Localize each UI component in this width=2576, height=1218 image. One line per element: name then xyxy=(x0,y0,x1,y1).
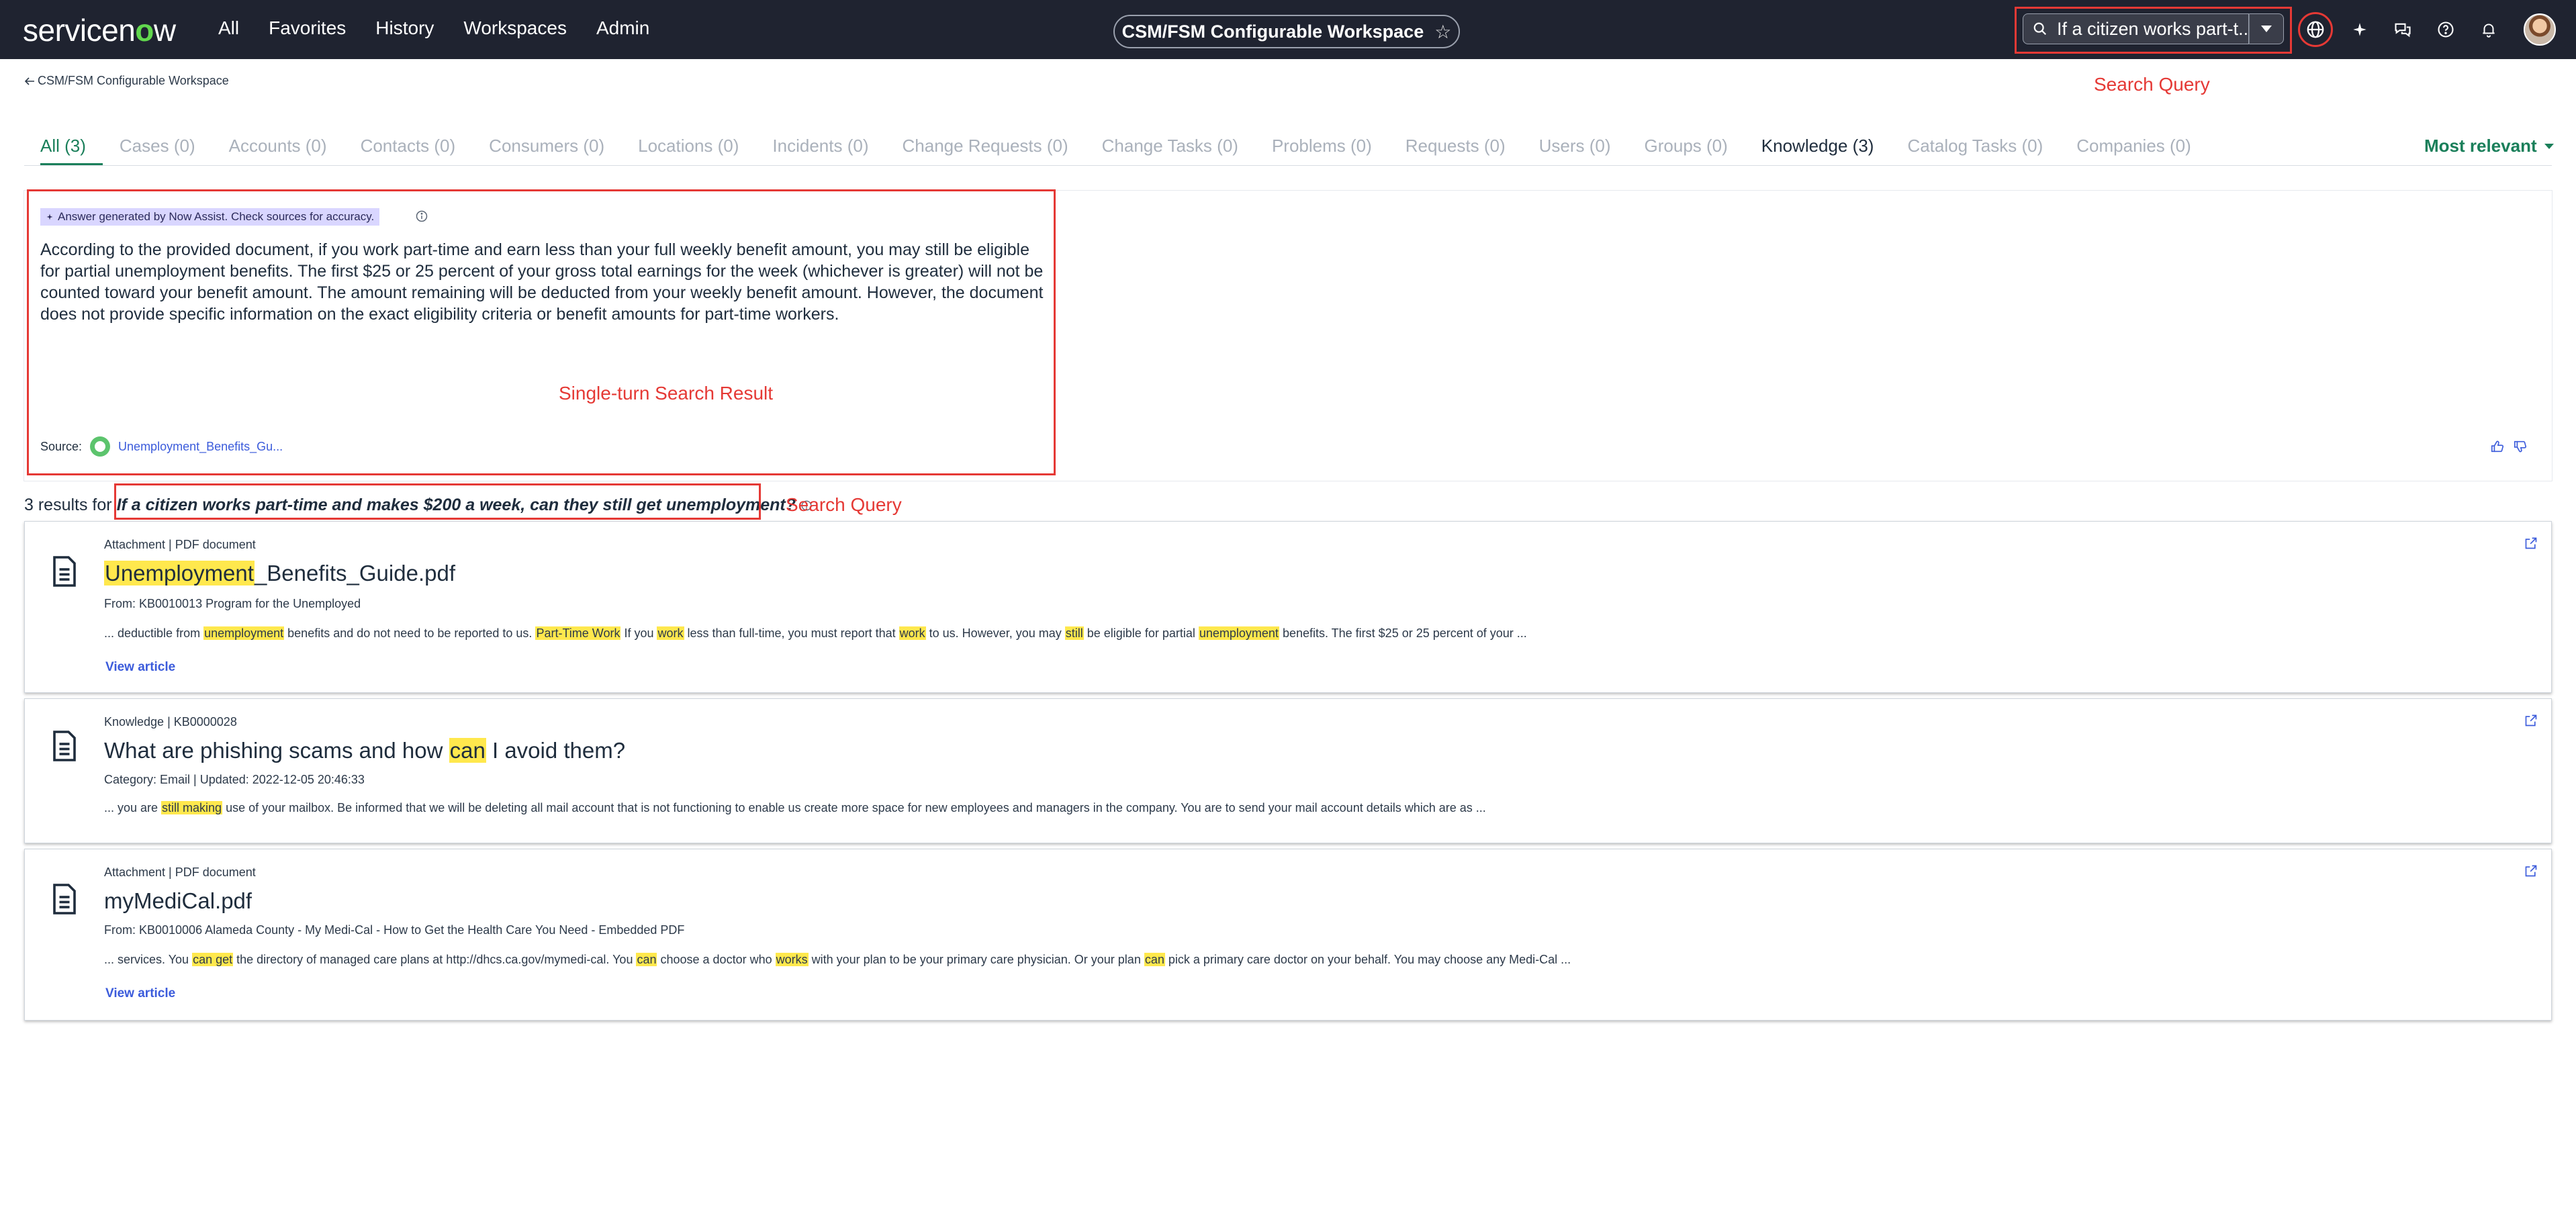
highlight-term: still xyxy=(1064,626,1084,640)
breadcrumb[interactable]: CSM/FSM Configurable Workspace xyxy=(24,74,229,88)
result-card[interactable]: Attachment | PDF document myMediCal.pdf … xyxy=(24,849,2552,1021)
highlight-term: Part-Time Work xyxy=(535,626,621,640)
result-card[interactable]: Attachment | PDF document Unemployment_B… xyxy=(24,521,2552,693)
back-arrow-icon xyxy=(24,77,34,85)
result-source: From: KB0010013 Program for the Unemploy… xyxy=(104,597,361,610)
sparkle-icon xyxy=(46,214,53,220)
annotation-box-search xyxy=(2015,7,2292,54)
workspace-title: CSM/FSM Configurable Workspace xyxy=(1121,21,1424,42)
tab-requests[interactable]: Requests (0) xyxy=(1389,136,1522,166)
result-card[interactable]: Knowledge | KB0000028 What are phishing … xyxy=(24,698,2552,843)
result-snippet: ... deductible from unemployment benefit… xyxy=(104,626,1527,640)
result-category: Category: Email | Updated: 2022-12-05 20… xyxy=(104,773,365,786)
result-snippet: ... services. You can get the directory … xyxy=(104,953,1571,966)
annotation-results-query: Search Query xyxy=(786,494,902,515)
source-doc-icon xyxy=(90,436,111,457)
star-icon[interactable]: ☆ xyxy=(1434,21,1451,43)
thumbs-up-icon[interactable] xyxy=(2490,439,2505,454)
sort-label: Most relevant xyxy=(2424,136,2537,156)
tab-knowledge[interactable]: Knowledge (3) xyxy=(1745,136,1891,166)
tab-companies[interactable]: Companies (0) xyxy=(2060,136,2208,166)
results-count: 3 results for xyxy=(24,496,112,514)
result-title[interactable]: myMediCal.pdf xyxy=(104,888,252,914)
info-icon[interactable] xyxy=(415,209,428,223)
annotation-single-turn: Single-turn Search Result xyxy=(559,383,774,404)
open-external-icon[interactable] xyxy=(2524,864,2538,878)
tab-all[interactable]: All (3) xyxy=(40,136,103,166)
tab-contacts[interactable]: Contacts (0) xyxy=(344,136,473,166)
result-snippet: ... you are still making use of your mai… xyxy=(104,801,1486,814)
open-external-icon[interactable] xyxy=(2524,714,2538,727)
result-title[interactable]: Unemployment_Benefits_Guide.pdf xyxy=(104,561,455,586)
highlight-term: unemployment xyxy=(203,626,285,640)
chat-icon[interactable] xyxy=(2388,15,2418,44)
document-icon xyxy=(53,731,76,761)
result-tabs: All (3) Cases (0) Accounts (0) Contacts … xyxy=(40,136,2208,166)
highlight-term: still making xyxy=(161,801,223,814)
tab-incidents[interactable]: Incidents (0) xyxy=(755,136,885,166)
result-meta: Attachment | PDF document xyxy=(104,865,256,879)
nav-all[interactable]: All xyxy=(218,17,239,39)
result-source: From: KB0010006 Alameda County - My Medi… xyxy=(104,923,685,937)
annotation-box-answer xyxy=(27,189,1056,475)
highlight-term: can xyxy=(1144,953,1165,966)
help-icon[interactable] xyxy=(2431,15,2460,44)
annotation-box-results-query xyxy=(114,483,761,520)
tab-change-requests[interactable]: Change Requests (0) xyxy=(886,136,1085,166)
open-external-icon[interactable] xyxy=(2524,536,2538,550)
servicenow-logo[interactable]: servicenow xyxy=(23,12,176,48)
result-title[interactable]: What are phishing scams and how can I av… xyxy=(104,738,625,763)
user-avatar[interactable] xyxy=(2524,13,2556,46)
highlight-term: work xyxy=(657,626,684,640)
chevron-down-icon xyxy=(2544,143,2554,149)
source-label: Source: xyxy=(40,439,83,453)
answer-text: According to the provided document, if y… xyxy=(40,240,1044,324)
source-link[interactable]: Unemployment_Benefits_Gu... xyxy=(118,440,283,454)
breadcrumb-label: CSM/FSM Configurable Workspace xyxy=(38,74,229,87)
nav-admin[interactable]: Admin xyxy=(596,17,649,39)
tab-accounts[interactable]: Accounts (0) xyxy=(212,136,344,166)
result-meta: Knowledge | KB0000028 xyxy=(104,715,237,729)
view-article-link[interactable]: View article xyxy=(105,986,175,1001)
bell-icon[interactable] xyxy=(2474,15,2503,44)
tab-groups[interactable]: Groups (0) xyxy=(1628,136,1745,166)
nav-favorites[interactable]: Favorites xyxy=(269,17,346,39)
highlight-term: works xyxy=(775,953,809,966)
nav-history[interactable]: History xyxy=(375,17,434,39)
thumbs-down-icon[interactable] xyxy=(2513,439,2528,454)
annotation-ring-globe xyxy=(2298,12,2333,47)
highlight-term: work xyxy=(899,626,926,640)
document-icon xyxy=(53,884,76,915)
tabs-divider xyxy=(24,165,2552,166)
sort-dropdown[interactable]: Most relevant xyxy=(2424,136,2555,156)
highlight-term: can xyxy=(636,953,657,966)
result-meta: Attachment | PDF document xyxy=(104,538,256,551)
tab-locations[interactable]: Locations (0) xyxy=(621,136,755,166)
highlight-term: unemployment xyxy=(1198,626,1279,640)
main-nav: All Favorites History Workspaces Admin xyxy=(218,17,649,39)
tab-consumers[interactable]: Consumers (0) xyxy=(472,136,621,166)
view-article-link[interactable]: View article xyxy=(105,660,175,675)
tab-users[interactable]: Users (0) xyxy=(1522,136,1628,166)
tab-problems[interactable]: Problems (0) xyxy=(1255,136,1389,166)
answer-source: Source: Unemployment_Benefits_Gu... xyxy=(40,436,283,457)
document-icon xyxy=(53,556,76,587)
tab-change-tasks[interactable]: Change Tasks (0) xyxy=(1085,136,1255,166)
annotation-search-query: Search Query xyxy=(2094,74,2210,95)
nav-workspaces[interactable]: Workspaces xyxy=(463,17,567,39)
tab-cases[interactable]: Cases (0) xyxy=(103,136,212,166)
badge-text: Answer generated by Now Assist. Check so… xyxy=(58,210,375,223)
highlight-term: can get xyxy=(192,953,234,966)
sparkle-icon[interactable] xyxy=(2345,15,2375,44)
workspace-pill[interactable]: CSM/FSM Configurable Workspace ☆ xyxy=(1113,15,1460,48)
now-assist-badge: Answer generated by Now Assist. Check so… xyxy=(40,208,380,226)
tab-catalog-tasks[interactable]: Catalog Tasks (0) xyxy=(1890,136,2060,166)
